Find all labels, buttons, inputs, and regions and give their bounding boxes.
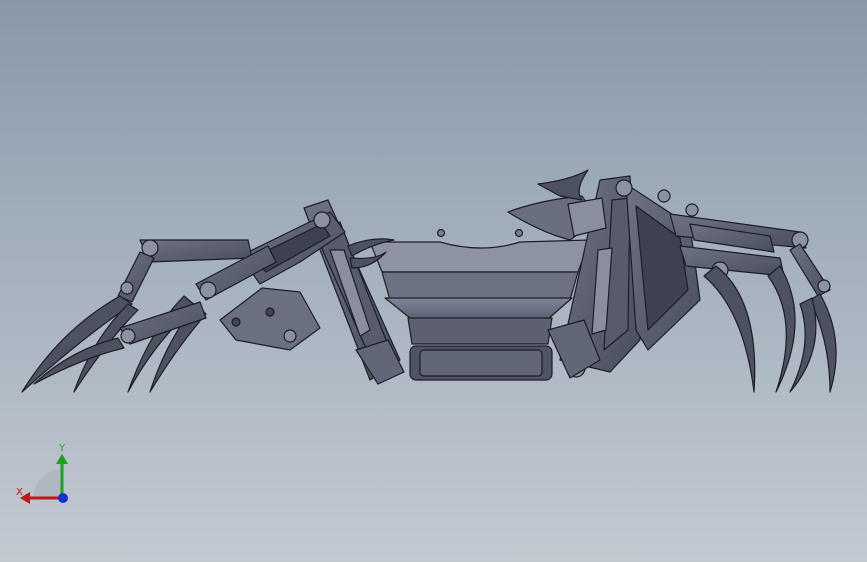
view-orientation-triad[interactable]: Y X (12, 440, 76, 510)
graphics-viewport[interactable]: Y X (0, 0, 867, 562)
right-leg-2[interactable] (679, 245, 796, 393)
right-claw[interactable] (507, 169, 607, 241)
body-shell[interactable] (369, 228, 591, 381)
triad-graphic (20, 454, 68, 504)
z-axis-dot (58, 493, 68, 503)
y-axis-label: Y (59, 443, 66, 454)
x-axis-label: X (16, 487, 23, 498)
crab-robot-model[interactable] (0, 0, 867, 562)
left-base-plate[interactable] (219, 287, 321, 351)
